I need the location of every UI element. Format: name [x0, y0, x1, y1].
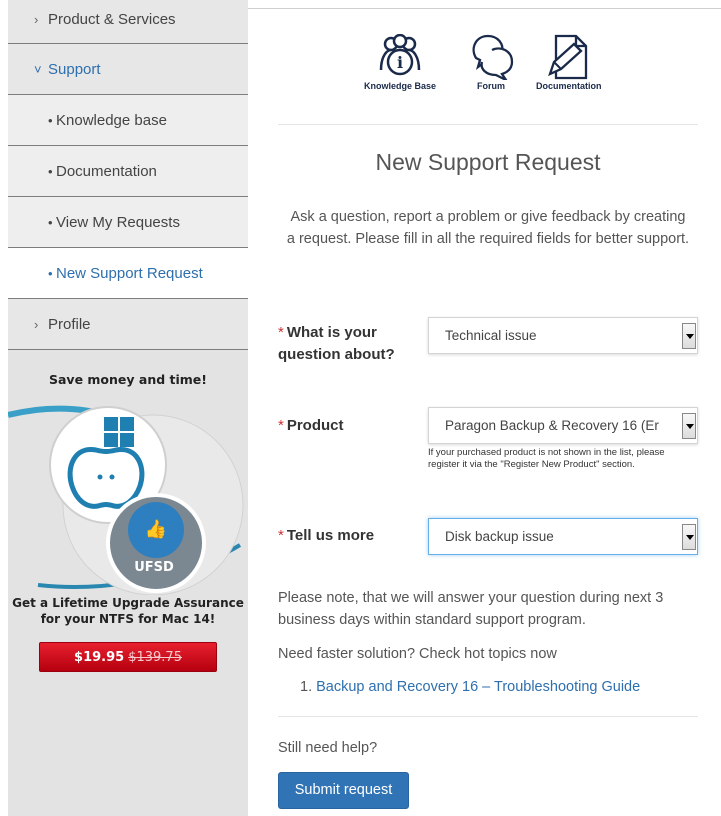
chevron-right-icon: ›	[34, 12, 39, 27]
sidebar-item-label: Support	[48, 60, 101, 78]
hot-topic-item: 1. Backup and Recovery 16 – Troubleshoot…	[300, 679, 640, 695]
still-need-help: Still need help?	[278, 740, 378, 756]
sidebar-item-label: Knowledge base	[56, 111, 167, 129]
hot-topic-link[interactable]: Backup and Recovery 16 – Troubleshooting…	[316, 679, 640, 695]
faster-solution-text: Need faster solution? Check hot topics n…	[278, 646, 557, 662]
sidebar-item-support[interactable]: ˅ Support	[8, 44, 248, 95]
product-select-value: Paragon Backup & Recovery 16 (Er	[445, 418, 659, 433]
ufsd-badge-icon: 👍 UFSD	[7, 405, 244, 596]
forum-icon	[472, 34, 514, 80]
question-label: * What is your question about?	[278, 324, 395, 363]
chevron-right-icon: ›	[34, 316, 39, 332]
sidebar-item-label: Profile	[48, 315, 91, 333]
quick-link-label: Knowledge Base	[364, 81, 437, 91]
product-label: * Product	[278, 417, 344, 434]
promo-headline: Save money and time!	[48, 372, 207, 387]
bullet-icon: •	[48, 265, 53, 281]
sidebar-item-label: Documentation	[56, 162, 157, 180]
promo-text: Get a Lifetime Upgrade Assurance for you…	[12, 596, 244, 626]
question-select-value: Technical issue	[445, 328, 537, 343]
badge-text: UFSD	[134, 560, 174, 575]
sidebar: › Product & Services ˅ Support • Knowled…	[7, 0, 248, 816]
dropdown-arrow-icon[interactable]	[682, 524, 696, 550]
chevron-down-icon: ˅	[34, 61, 42, 77]
old-price: $139.75	[128, 650, 182, 665]
more-select-value: Disk backup issue	[445, 529, 554, 544]
sidebar-item-label: New Support Request	[56, 264, 203, 282]
divider	[278, 124, 698, 125]
product-hint: If your purchased product is not shown i…	[428, 447, 665, 470]
quick-link-label: Forum	[477, 81, 505, 91]
sidebar-item-new-support-request[interactable]: • New Support Request	[8, 248, 248, 299]
buy-button[interactable]: $19.95 $139.75	[39, 642, 217, 672]
divider	[278, 716, 698, 717]
promo-banner: Save money and time! 👍 UFSD Get a Lifeti…	[7, 350, 248, 672]
quick-link-documentation[interactable]: Documentation	[536, 34, 602, 91]
main-content: i Knowledge Base Forum Documentation New…	[278, 0, 698, 809]
quick-links: i Knowledge Base Forum Documentation	[278, 0, 698, 96]
bullet-icon: •	[48, 163, 53, 179]
knowledge-base-icon: i	[379, 34, 421, 76]
bullet-icon: •	[48, 214, 53, 230]
intro-text: Ask a question, report a problem or give…	[286, 209, 690, 247]
documentation-icon	[547, 34, 587, 80]
quick-link-forum[interactable]: Forum	[466, 34, 516, 91]
question-select[interactable]: Technical issue	[428, 317, 698, 354]
sidebar-item-knowledge-base[interactable]: • Knowledge base	[8, 95, 248, 146]
hot-topic-number: 1.	[300, 679, 313, 695]
more-select[interactable]: Disk backup issue	[428, 518, 698, 555]
svg-text:👍: 👍	[145, 518, 167, 540]
response-note: Please note, that we will answer your qu…	[278, 590, 664, 628]
promo-image[interactable]: 👍 UFSD	[7, 395, 248, 596]
more-label: * Tell us more	[278, 527, 375, 544]
dropdown-arrow-icon[interactable]	[682, 413, 696, 439]
dropdown-arrow-icon[interactable]	[682, 323, 696, 349]
sidebar-item-profile[interactable]: › Profile	[8, 299, 248, 350]
quick-link-label: Documentation	[536, 81, 602, 91]
sidebar-item-view-my-requests[interactable]: • View My Requests	[8, 197, 248, 248]
price: $19.95	[74, 650, 125, 665]
bullet-icon: •	[48, 112, 53, 128]
submit-request-button[interactable]: Submit request	[278, 772, 409, 809]
sidebar-item-label: Product & Services	[48, 11, 176, 28]
product-select[interactable]: Paragon Backup & Recovery 16 (Er	[428, 407, 698, 444]
quick-link-knowledge-base[interactable]: i Knowledge Base	[364, 34, 436, 91]
sidebar-item-documentation[interactable]: • Documentation	[8, 146, 248, 197]
svg-text:i: i	[397, 53, 403, 72]
page-title: New Support Request	[375, 149, 601, 175]
sidebar-item-label: View My Requests	[56, 213, 180, 231]
sidebar-item-product-services[interactable]: › Product & Services	[8, 0, 248, 44]
